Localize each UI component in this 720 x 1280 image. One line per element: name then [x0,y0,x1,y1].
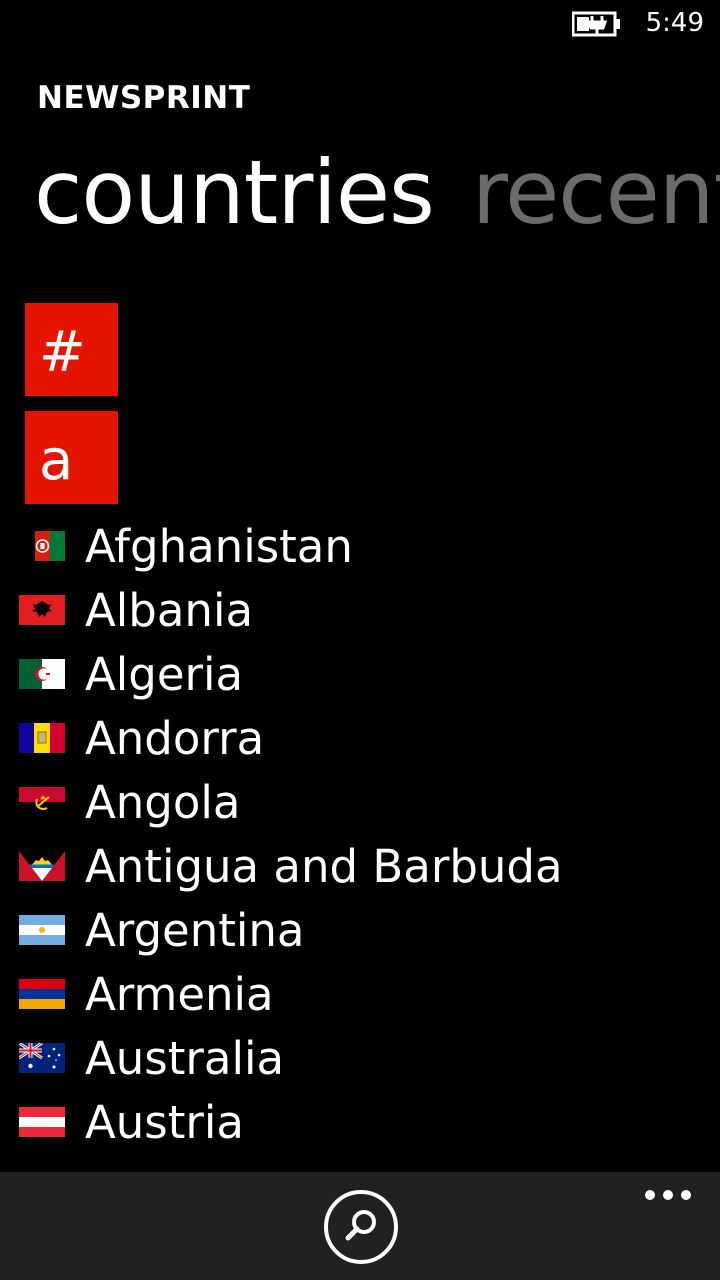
afghanistan-flag-icon [19,531,65,561]
antigua-and-barbuda-flag-icon [19,851,65,881]
albania-flag-icon [19,595,65,625]
more-ellipsis-dot [663,1190,673,1200]
pivot-item-countries[interactable]: countries [34,138,435,248]
more-ellipsis-dot [681,1190,691,1200]
angola-flag-icon [19,787,65,817]
country-name: Armenia [85,968,274,1021]
list-item-albania[interactable]: Albania [0,579,720,643]
app-title: NEWSPRINT [37,80,251,116]
country-name: Argentina [85,904,305,957]
search-icon [345,1210,376,1241]
jump-tile-a[interactable]: a [25,411,118,504]
list-item-antigua-and-barbuda[interactable]: Antigua and Barbuda [0,835,720,899]
status-bar: 5:49 [0,0,720,48]
list-item-afghanistan[interactable]: Afghanistan [0,515,720,579]
country-name: Andorra [85,712,265,765]
more-ellipsis-icon [645,1190,655,1200]
country-name: Afghanistan [85,520,353,573]
battery-charging-icon [572,11,620,37]
list-item-austria[interactable]: Austria [0,1091,720,1155]
list-item-algeria[interactable]: Algeria [0,643,720,707]
australia-flag-icon [19,1043,65,1073]
country-name: Antigua and Barbuda [85,840,563,893]
andorra-flag-icon [19,723,65,753]
armenia-flag-icon [19,979,65,1009]
jump-tile-hash[interactable]: # [25,303,118,396]
list-item-armenia[interactable]: Armenia [0,963,720,1027]
pivot-header: countries recent [34,138,720,248]
pivot-item-recent[interactable]: recent [472,138,720,248]
list-item-australia[interactable]: Australia [0,1027,720,1091]
list-item-angola[interactable]: Angola [0,771,720,835]
austria-flag-icon [19,1107,65,1137]
list-item-argentina[interactable]: Argentina [0,899,720,963]
country-name: Algeria [85,648,244,701]
argentina-flag-icon [19,915,65,945]
list-item-andorra[interactable]: Andorra [0,707,720,771]
country-name: Austria [85,1096,244,1149]
search-button[interactable] [324,1190,398,1264]
country-name: Albania [85,584,254,637]
clock: 5:49 [645,8,704,38]
algeria-flag-icon [19,659,65,689]
country-name: Angola [85,776,241,829]
app-bar [0,1172,720,1280]
country-name: Australia [85,1032,285,1085]
more-button[interactable] [640,1184,696,1208]
